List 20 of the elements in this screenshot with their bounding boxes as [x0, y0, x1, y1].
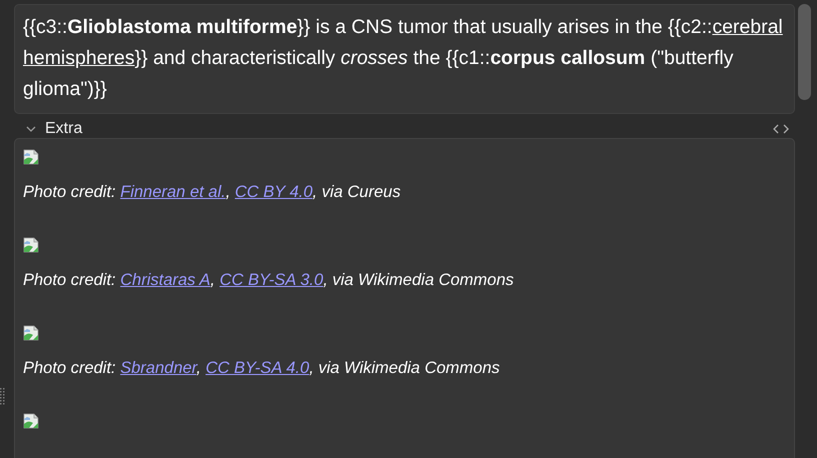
credit-link[interactable]: CC BY-SA 4.0 [206, 359, 310, 377]
front-field[interactable]: {{c3::Glioblastoma multiforme}} is a CNS tumor that usually arises in the {{c2::cerebral hemispheres}} and characteristically crosses the {{c1::corpus callosum ("butterfly glioma")}} [14, 4, 795, 114]
resize-grip-icon[interactable] [0, 388, 6, 406]
photo-credit: Photo credit: Finneran et al., CC BY 4.0, via Cureus [23, 182, 402, 203]
broken-image-icon [23, 325, 39, 341]
credit-link[interactable]: CC BY 4.0 [234, 183, 313, 201]
broken-image-icon [23, 413, 39, 429]
scrollbar-thumb[interactable] [798, 4, 811, 100]
broken-image-icon [23, 149, 39, 165]
photo-credit: Photo credit: Sbrandner, CC BY-SA 4.0, via Wikimedia Commons [23, 358, 501, 379]
credit-link[interactable]: Sbrandner [120, 359, 196, 377]
chevron-icon[interactable] [26, 126, 36, 132]
credit-link[interactable]: Finneran et al. [120, 183, 226, 201]
extra-field[interactable]: Photo credit: Finneran et al., CC BY 4.0, via Cureus Photo credit: Christaras A, CC BY-SA 3.0, via Wikimedia Commons Photo credit: Sbrandner, CC BY-SA 4.0, via Wikimedia Commons [14, 138, 795, 458]
field-label: Extra [45, 120, 82, 138]
code-toggle-icon[interactable] [773, 124, 789, 134]
broken-image-icon [23, 237, 39, 253]
credit-link[interactable]: Christaras A [120, 271, 210, 289]
credit-link[interactable]: CC BY-SA 3.0 [220, 271, 324, 289]
photo-credit: Photo credit: Christaras A, CC BY-SA 3.0, via Wikimedia Commons [23, 270, 515, 291]
